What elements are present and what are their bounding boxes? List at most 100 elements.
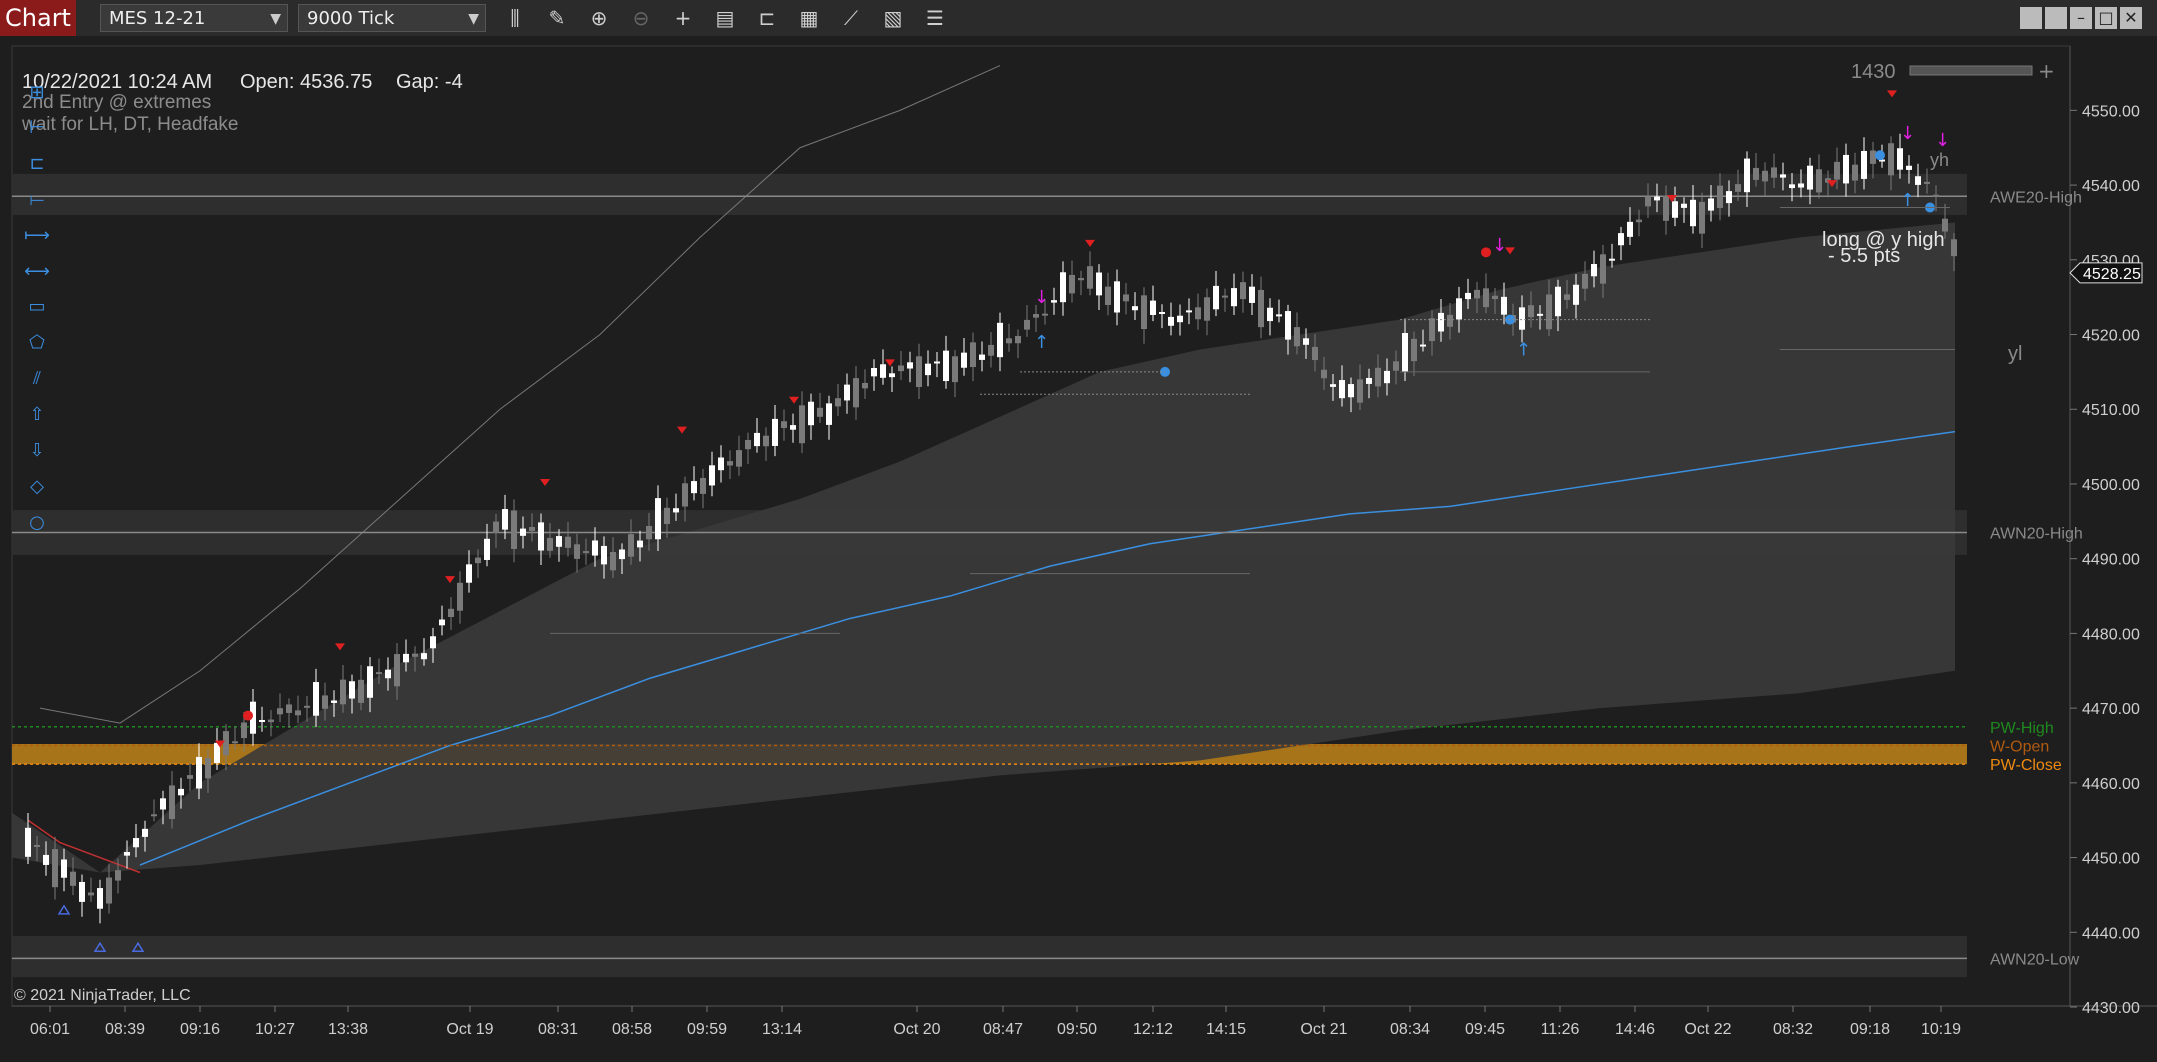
candle-body	[1537, 313, 1543, 316]
candle-body	[1231, 288, 1237, 307]
diamond-icon[interactable]: ⇩	[24, 440, 50, 462]
candle-body	[1132, 306, 1138, 311]
script-icon[interactable]: ▧	[880, 6, 906, 30]
annotation-line-2: - 5.5 pts	[1828, 245, 1900, 267]
candle-body	[727, 461, 733, 466]
timeframe-selector[interactable]: 9000 Tick ▼	[298, 4, 486, 32]
horizontal-line-icon[interactable]: ⊏	[24, 153, 50, 175]
time-tick-label: 14:46	[1615, 1021, 1655, 1038]
candle-body	[1591, 264, 1597, 277]
ellipse-icon[interactable]: ◇	[24, 476, 50, 498]
ruler-icon[interactable]: ⊢	[24, 117, 50, 139]
time-tick-label: 09:18	[1850, 1021, 1890, 1038]
candle-body	[1294, 327, 1300, 347]
level-label: W-Open	[1990, 738, 2049, 755]
candle-body	[1015, 335, 1021, 344]
candle-body	[1870, 150, 1876, 164]
candle-body	[646, 525, 652, 540]
candle-body	[619, 549, 625, 560]
candle-body	[1114, 281, 1120, 313]
candle-body	[1096, 272, 1102, 296]
maximize-icon[interactable]: □	[2095, 7, 2117, 29]
candle-body	[385, 669, 391, 679]
candle-body	[1177, 315, 1183, 323]
candle-body	[520, 528, 526, 536]
candle-body	[484, 538, 490, 560]
candle-body	[277, 708, 283, 715]
time-tick-label: 08:39	[105, 1021, 145, 1038]
price-tick-label: 4500.00	[2082, 477, 2140, 494]
candle-body	[637, 540, 643, 548]
candle-body	[790, 425, 796, 430]
candle-body	[853, 378, 859, 408]
candle-body	[1474, 289, 1480, 299]
candle-body	[223, 731, 229, 756]
strategies-icon[interactable]: ▦	[796, 6, 822, 30]
candle-body	[205, 757, 211, 779]
candle-body	[1843, 154, 1849, 184]
data-box-icon[interactable]: ▤	[712, 6, 738, 30]
candle-body	[1582, 273, 1588, 289]
candle-body	[808, 401, 814, 426]
candle-body	[358, 679, 364, 703]
arrow-up-icon[interactable]: ⫽	[24, 368, 50, 390]
zoom-plus-icon[interactable]: +	[2038, 59, 2055, 83]
candle-body	[1762, 170, 1768, 182]
list-icon[interactable]: ☰	[922, 6, 948, 30]
candle-body	[1924, 181, 1930, 184]
price-tick-label: 4480.00	[2082, 626, 2140, 643]
candle-body	[934, 361, 940, 364]
price-chart[interactable]: AWE20-High AWN20-High PW-HighW-Open PW-Clos…	[0, 36, 2157, 1062]
candle-body	[466, 564, 472, 583]
circle-icon[interactable]: ○	[24, 512, 50, 534]
zoom-in-icon[interactable]: ⊕	[586, 6, 612, 30]
extended-line-icon[interactable]: ⟼	[24, 225, 50, 247]
candle-body	[961, 352, 967, 368]
candle-body	[1852, 164, 1858, 181]
indicators-icon[interactable]: ⟋	[838, 6, 864, 30]
candle-body	[1060, 272, 1066, 303]
timeframe-value: 9000 Tick	[307, 8, 395, 29]
properties-icon[interactable]: ⊏	[754, 6, 780, 30]
time-tick-label: 08:34	[1390, 1021, 1430, 1038]
level-label: AWN20-Low	[1990, 951, 2080, 968]
zoom-out-icon[interactable]: ⊖	[628, 6, 654, 30]
crosshair-icon[interactable]: +	[670, 6, 696, 30]
candle-body	[1357, 379, 1363, 403]
current-price-label: 4528.25	[2083, 266, 2141, 283]
instrument-selector[interactable]: MES 12-21 ▼	[100, 4, 288, 32]
candle-body	[898, 365, 904, 372]
rectangle-icon[interactable]: ⟷	[24, 261, 50, 283]
parallel-lines-icon[interactable]: ⬠	[24, 332, 50, 354]
minimize-icon[interactable]: –	[2070, 7, 2092, 29]
candle-body	[1150, 300, 1156, 315]
draw-line-icon[interactable]: ⊞	[24, 82, 50, 104]
price-tick-label: 4550.00	[2082, 103, 2140, 120]
tile-icon[interactable]	[2020, 7, 2042, 29]
tile-icon-2[interactable]	[2045, 7, 2067, 29]
candle-body	[772, 418, 778, 446]
level-label: AWE20-High	[1990, 189, 2082, 206]
price-tick-label: 4470.00	[2082, 701, 2140, 718]
candle-body	[1663, 195, 1669, 221]
candle-body	[682, 483, 688, 507]
polygon-icon[interactable]: ▭	[24, 296, 50, 318]
scroll-slider[interactable]	[1909, 65, 2033, 76]
arrow-down-marker: ↓	[1900, 123, 1915, 144]
candle-body	[1447, 314, 1453, 327]
close-icon[interactable]: ✕	[2120, 7, 2142, 29]
pencil-icon[interactable]: ✎	[544, 6, 570, 30]
candle-body	[133, 838, 139, 848]
candle-body	[1186, 310, 1192, 313]
candle-body	[556, 536, 562, 547]
candle-body	[376, 672, 382, 675]
level-label: PW-Close	[1990, 757, 2062, 774]
bar-type-icon[interactable]: ⫼	[502, 6, 528, 30]
candle-body	[871, 368, 877, 377]
ray-icon[interactable]: ⟝	[24, 189, 50, 211]
candle-body	[1267, 307, 1273, 322]
candle-body	[511, 510, 517, 549]
candle-body	[1312, 346, 1318, 361]
arrow-down-icon[interactable]: ⇧	[24, 404, 50, 426]
candle-body	[322, 695, 328, 709]
